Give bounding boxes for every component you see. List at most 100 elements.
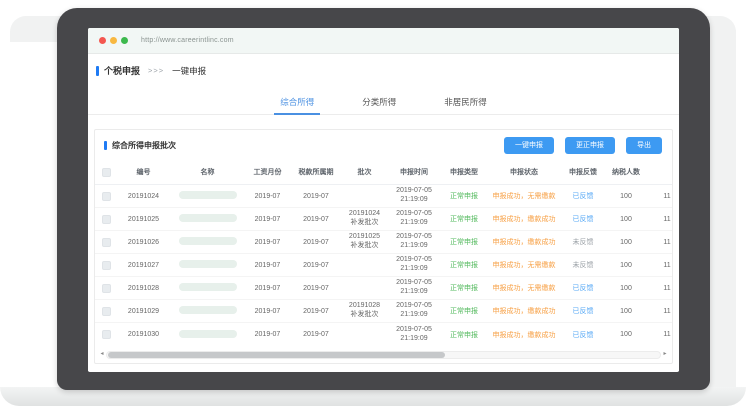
- declare-time-cell: 2019-07-0521:19:09: [387, 187, 441, 205]
- tab-classified-income[interactable]: 分类所得: [356, 89, 402, 115]
- scroll-right-arrow-icon[interactable]: ▸: [661, 350, 669, 359]
- declare-status: 申报成功，缴款成功: [487, 214, 561, 224]
- declare-status: 申报成功，缴款成功: [487, 306, 561, 316]
- row-checkbox[interactable]: [102, 215, 111, 224]
- batch-table: 编号名称工资月份税款所属期批次申报时间申报类型申报状态申报反馈纳税人数 2019…: [95, 160, 672, 346]
- truncated-cell: 11: [647, 239, 672, 246]
- redacted-name-placeholder: [179, 306, 237, 314]
- row-checkbox-cell: [95, 215, 117, 224]
- salary-month: 2019-07: [245, 285, 290, 292]
- name-cell: [170, 260, 245, 270]
- panel-accent-bar: [104, 141, 107, 150]
- batch-number: 20191029: [117, 308, 170, 315]
- column-header: 编号: [117, 167, 170, 177]
- declare-status: 申报成功，缴款成功: [487, 330, 561, 340]
- browser-toolbar: http://www.careerintlinc.com: [88, 28, 679, 54]
- name-cell: [170, 191, 245, 201]
- window-maximize-icon[interactable]: [121, 37, 128, 44]
- window-minimize-icon[interactable]: [110, 37, 117, 44]
- one-click-declare-button[interactable]: 一键申报: [504, 137, 554, 154]
- tax-period: 2019-07: [290, 216, 342, 223]
- batch-label: 补发批次: [342, 219, 387, 228]
- batch-ref: 20191025: [342, 233, 387, 242]
- row-checkbox[interactable]: [102, 192, 111, 201]
- batch-number: 20191027: [117, 262, 170, 269]
- truncated-cell: 11: [647, 216, 672, 223]
- declare-status: 申报成功，无需缴款: [487, 283, 561, 293]
- title-accent-bar: [96, 66, 99, 76]
- truncated-cell: 11: [647, 262, 672, 269]
- declare-type: 正常申报: [441, 237, 487, 247]
- batch-label: 补发批次: [342, 242, 387, 251]
- declare-date: 2019-07-05: [387, 326, 441, 335]
- scroll-left-arrow-icon[interactable]: ◂: [98, 350, 106, 359]
- row-checkbox-cell: [95, 330, 117, 339]
- scrollbar-thumb[interactable]: [108, 352, 445, 358]
- export-button[interactable]: 导出: [626, 137, 662, 154]
- panel-title-wrap: 综合所得申报批次: [104, 140, 176, 151]
- tab-comprehensive-income[interactable]: 综合所得: [274, 89, 320, 115]
- row-checkbox[interactable]: [102, 330, 111, 339]
- horizontal-scrollbar: ◂ ▸: [98, 350, 669, 359]
- select-all-checkbox[interactable]: [102, 168, 111, 177]
- name-cell: [170, 283, 245, 293]
- panel-actions: 一键申报 更正申报 导出: [493, 137, 662, 154]
- window-close-icon[interactable]: [99, 37, 106, 44]
- table-row: 20191024 2019-07 2019-07 2019-07-0521:19…: [95, 185, 672, 208]
- truncated-cell: 11: [647, 193, 672, 200]
- column-header: 申报状态: [487, 167, 561, 177]
- breadcrumb-current: 一键申报: [172, 65, 206, 77]
- page-content: 个税申报 >>> 一键申报 综合所得 分类所得 非居民所得 综合所得申报批次 一…: [88, 54, 679, 371]
- row-checkbox-cell: [95, 307, 117, 316]
- row-checkbox[interactable]: [102, 238, 111, 247]
- address-bar[interactable]: http://www.careerintlinc.com: [141, 37, 234, 44]
- declare-date: 2019-07-05: [387, 233, 441, 242]
- row-checkbox-cell: [95, 238, 117, 247]
- declare-status: 申报成功，无需缴款: [487, 260, 561, 270]
- table-body: 20191024 2019-07 2019-07 2019-07-0521:19…: [95, 185, 672, 346]
- panel-title: 综合所得申报批次: [112, 140, 176, 151]
- breadcrumb-separator: >>>: [148, 66, 164, 75]
- correct-declare-button[interactable]: 更正申报: [565, 137, 615, 154]
- browser-window: http://www.careerintlinc.com 个税申报 >>> 一键…: [88, 28, 679, 372]
- redacted-name-placeholder: [179, 191, 237, 199]
- truncated-cell: 11: [647, 331, 672, 338]
- column-header: 申报类型: [441, 167, 487, 177]
- table-row: 20191029 2019-07 2019-07 20191028补发批次 20…: [95, 300, 672, 323]
- row-checkbox[interactable]: [102, 307, 111, 316]
- redacted-name-placeholder: [179, 330, 237, 338]
- batch-number: 20191030: [117, 331, 170, 338]
- scrollbar-track[interactable]: [106, 351, 661, 359]
- select-all-cell: [95, 168, 117, 177]
- row-checkbox[interactable]: [102, 284, 111, 293]
- page-title: 个税申报: [104, 64, 140, 77]
- declare-time-cell: 2019-07-0521:19:09: [387, 279, 441, 297]
- declare-clock: 21:19:09: [387, 335, 441, 344]
- background-panel-right: [706, 30, 736, 388]
- truncated-cell: 11: [647, 308, 672, 315]
- tax-period: 2019-07: [290, 285, 342, 292]
- row-checkbox-cell: [95, 284, 117, 293]
- column-header: 申报反馈: [561, 167, 605, 177]
- batch-label: 补发批次: [342, 311, 387, 320]
- batch-number: 20191026: [117, 239, 170, 246]
- declare-type: 正常申报: [441, 330, 487, 340]
- declare-feedback: 已反馈: [561, 283, 605, 293]
- declare-feedback: 已反馈: [561, 330, 605, 340]
- batch-cell: 20191028补发批次: [342, 302, 387, 320]
- declare-time-cell: 2019-07-0521:19:09: [387, 256, 441, 274]
- declare-date: 2019-07-05: [387, 210, 441, 219]
- tax-period: 2019-07: [290, 308, 342, 315]
- redacted-name-placeholder: [179, 237, 237, 245]
- row-checkbox[interactable]: [102, 261, 111, 270]
- row-checkbox-cell: [95, 192, 117, 201]
- breadcrumb: 个税申报 >>> 一键申报: [88, 54, 679, 77]
- taxpayer-count: 100: [605, 216, 647, 223]
- batch-number: 20191025: [117, 216, 170, 223]
- table-row: 20191026 2019-07 2019-07 20191025补发批次 20…: [95, 231, 672, 254]
- tax-period: 2019-07: [290, 262, 342, 269]
- tab-nonresident-income[interactable]: 非居民所得: [438, 89, 493, 115]
- batch-cell: 20191025补发批次: [342, 233, 387, 251]
- tax-period: 2019-07: [290, 239, 342, 246]
- column-header: 工资月份: [245, 167, 290, 177]
